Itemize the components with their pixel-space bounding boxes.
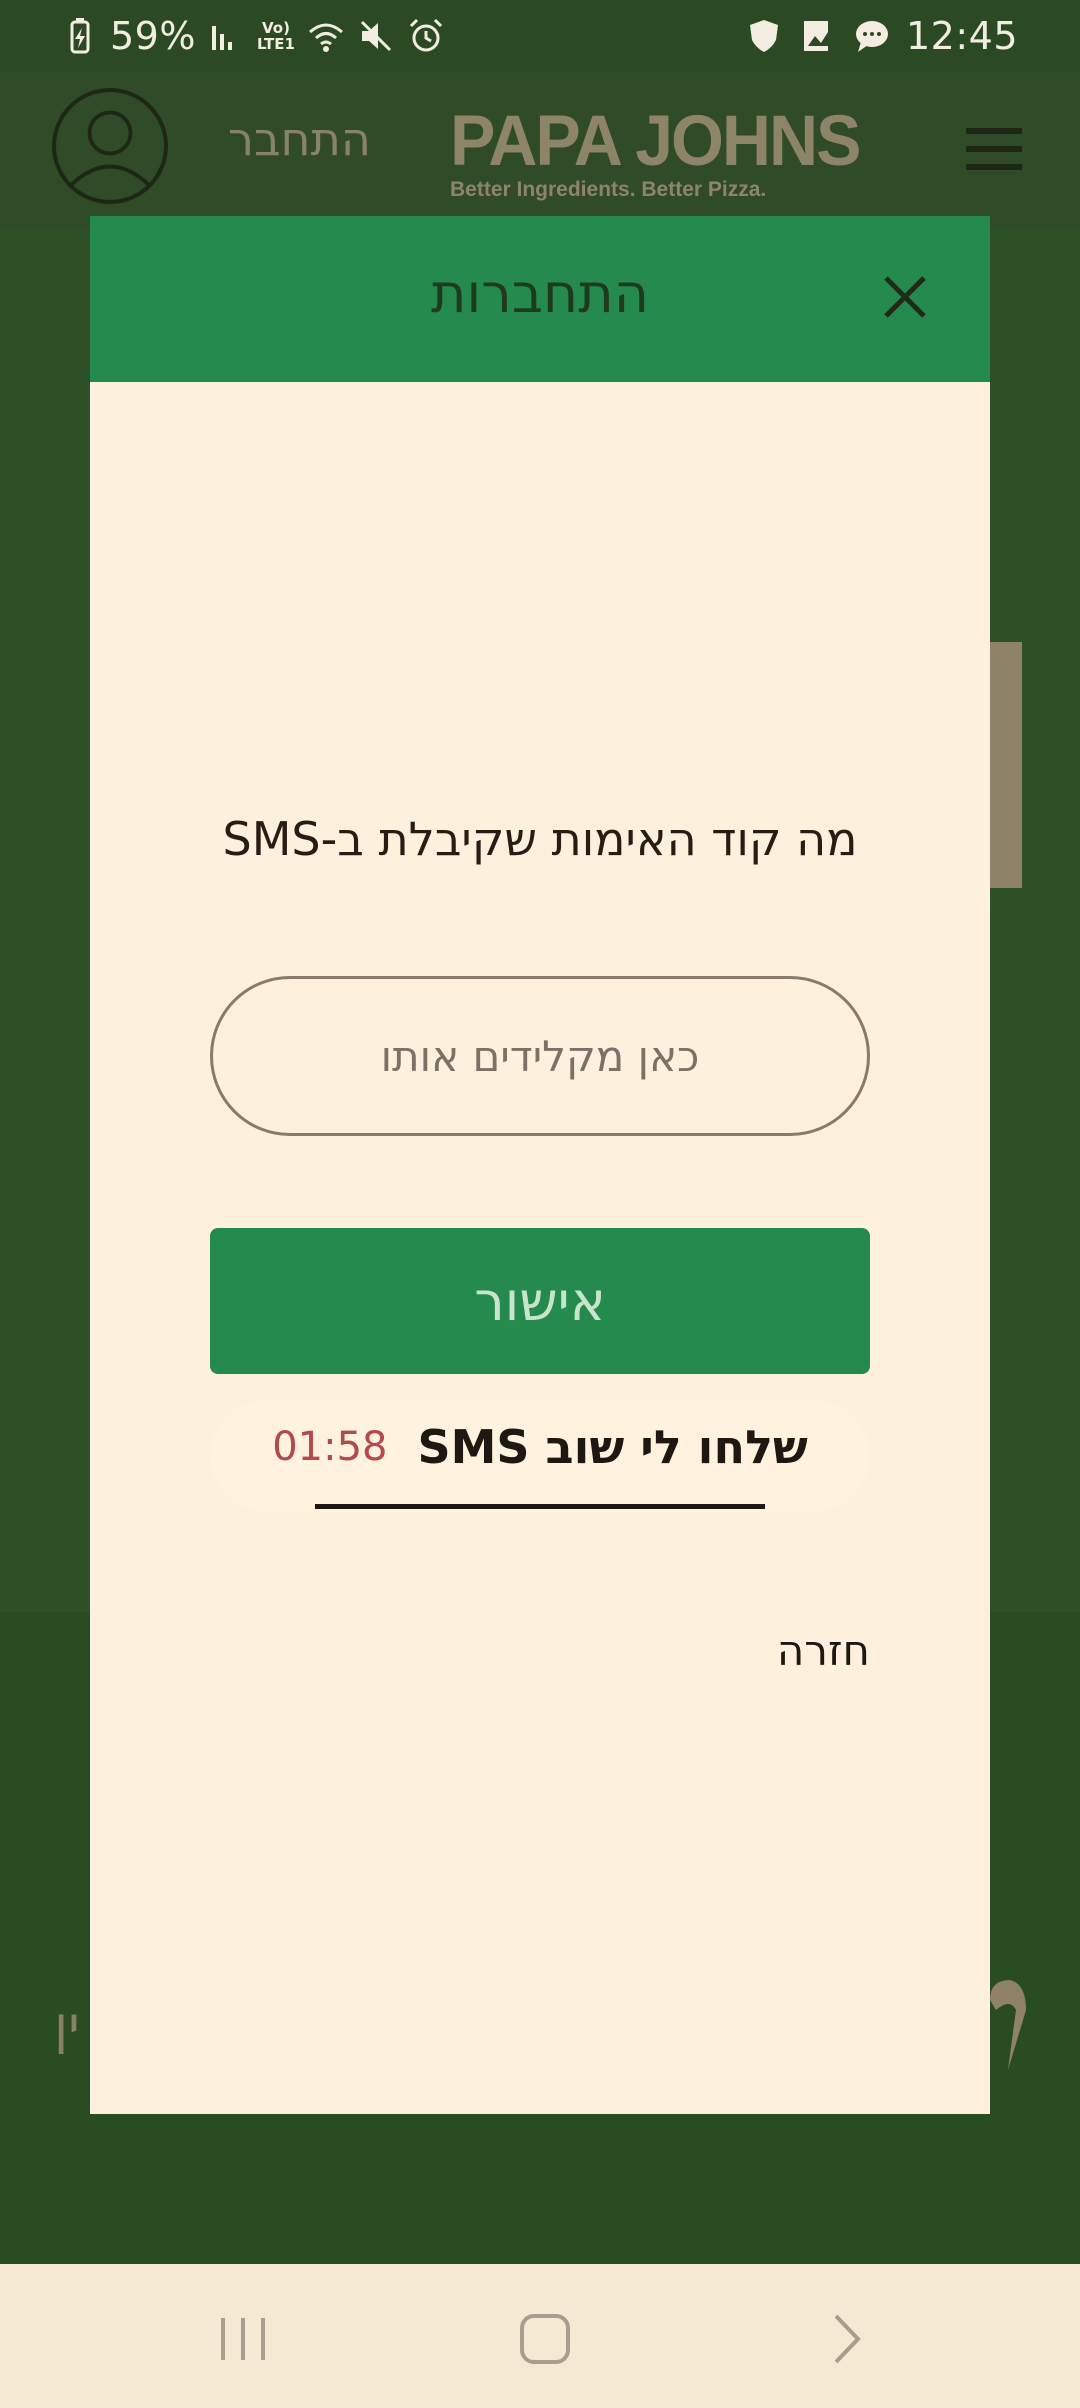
network-type: Vo) LTE1 — [256, 19, 295, 53]
verification-code-input[interactable] — [210, 976, 870, 1136]
clock: 12:45 — [905, 14, 1018, 58]
signal-icon — [206, 16, 246, 56]
verification-question: מה קוד האימות שקיבלת ב-SMS — [222, 812, 858, 866]
resend-sms-button[interactable]: 01:58 שלחו לי שוב SMS — [210, 1400, 870, 1512]
login-link[interactable]: התחבר — [228, 112, 371, 166]
gallery-icon — [798, 16, 838, 56]
brand-tagline: Better Ingredients. Better Pizza. — [450, 178, 767, 201]
close-icon[interactable] — [880, 272, 930, 322]
brand-name: PAPA JOHNS — [450, 101, 861, 181]
background-card — [990, 642, 1022, 888]
status-bar: 59% Vo) LTE1 12:45 — [0, 0, 1080, 72]
alarm-icon — [406, 16, 446, 56]
hamburger-menu-icon[interactable] — [966, 128, 1022, 170]
system-nav-bar — [0, 2264, 1080, 2408]
user-avatar-icon[interactable] — [52, 88, 168, 204]
resend-sms-label: שלחו לי שוב SMS — [417, 1420, 808, 1474]
resend-underline — [315, 1504, 765, 1509]
message-icon — [852, 16, 892, 56]
battery-percent: 59% — [110, 14, 196, 58]
wifi-icon — [306, 16, 346, 56]
back-link[interactable]: חזרה — [777, 1626, 870, 1675]
confirm-button[interactable]: אישור — [210, 1228, 870, 1374]
battery-icon — [60, 16, 100, 56]
modal-title: התחברות — [431, 262, 649, 325]
login-modal: התחברות מה קוד האימות שקיבלת ב-SMS אישור… — [90, 216, 990, 2114]
recent-apps-icon[interactable] — [208, 2304, 278, 2374]
background-text: ין — [54, 1996, 80, 2056]
home-icon[interactable] — [510, 2304, 580, 2374]
brand-logo[interactable]: PAPA JOHNS Better Ingredients. Better Pi… — [450, 101, 861, 201]
location-pin-icon — [990, 1980, 1026, 2070]
mute-icon — [356, 16, 396, 56]
shield-icon — [744, 16, 784, 56]
modal-header: התחברות — [90, 216, 990, 382]
back-nav-icon[interactable] — [812, 2304, 882, 2374]
resend-timer: 01:58 — [272, 1424, 388, 1470]
